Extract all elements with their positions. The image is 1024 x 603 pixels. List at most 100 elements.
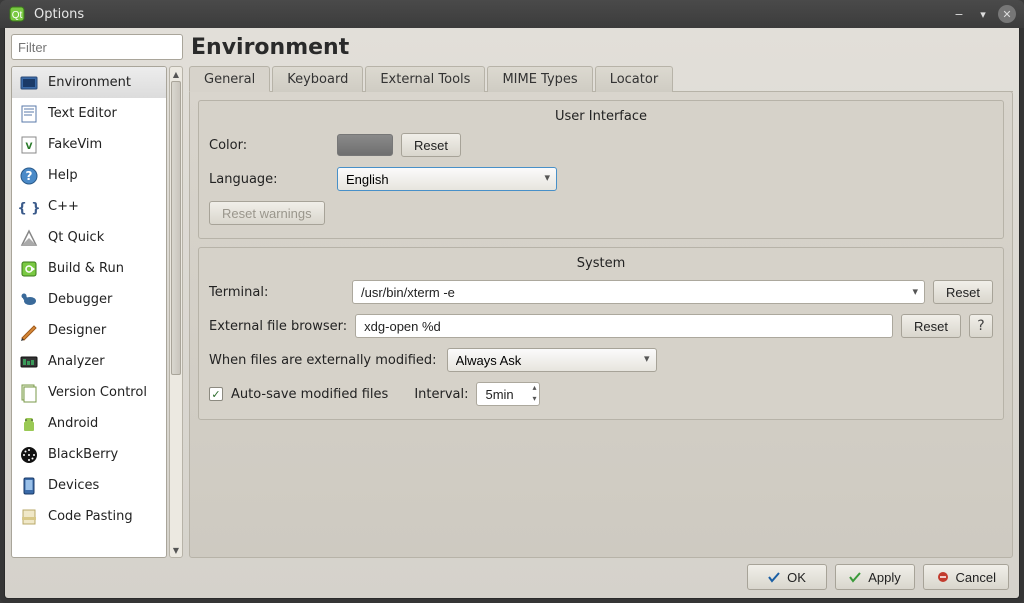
debugger-icon: [18, 289, 40, 311]
ext-browser-input[interactable]: [355, 314, 893, 338]
terminal-label: Terminal:: [209, 285, 344, 300]
sidebar-item-label: Text Editor: [48, 106, 117, 121]
sidebar-item-version-control[interactable]: Version Control: [12, 377, 166, 408]
sidebar-item-build-run[interactable]: Build & Run: [12, 253, 166, 284]
when-modified-label: When files are externally modified:: [209, 353, 437, 368]
ext-browser-reset-button[interactable]: Reset: [901, 314, 961, 338]
filter-input[interactable]: [11, 34, 183, 60]
build-run-icon: [18, 258, 40, 280]
when-modified-select[interactable]: [447, 348, 657, 372]
options-window: Qt Options − ▾ ✕ Environment Environment…: [0, 0, 1024, 603]
page-title: Environment: [191, 35, 349, 60]
sidebar-item-debugger[interactable]: Debugger: [12, 284, 166, 315]
tab-external-tools[interactable]: External Tools: [365, 66, 485, 92]
sidebar-item-label: C++: [48, 199, 79, 214]
maximize-button[interactable]: ▾: [974, 5, 992, 23]
sidebar-item-text-editor[interactable]: Text Editor: [12, 98, 166, 129]
sidebar-item-help[interactable]: ? Help: [12, 160, 166, 191]
ok-label: OK: [787, 570, 806, 585]
cancel-button[interactable]: Cancel: [923, 564, 1009, 590]
sidebar-item-devices[interactable]: Devices: [12, 470, 166, 501]
sidebar-item-label: BlackBerry: [48, 447, 118, 462]
sidebar-item-qt-quick[interactable]: Qt Quick: [12, 222, 166, 253]
devices-icon: [18, 475, 40, 497]
scrollbar-thumb[interactable]: [171, 81, 181, 375]
tab-keyboard[interactable]: Keyboard: [272, 66, 363, 92]
sidebar-item-label: Android: [48, 416, 98, 431]
dialog-footer: OK Apply Cancel: [11, 558, 1013, 592]
main-panel: GeneralKeyboardExternal ToolsMIME TypesL…: [189, 66, 1013, 558]
close-button[interactable]: ✕: [998, 5, 1016, 23]
reset-warnings-button[interactable]: Reset warnings: [209, 201, 325, 225]
apply-label: Apply: [868, 570, 901, 585]
group-system: System Terminal: Reset External file bro…: [198, 247, 1004, 420]
tabs: GeneralKeyboardExternal ToolsMIME TypesL…: [189, 66, 1013, 92]
svg-text:{ }: { }: [19, 201, 39, 216]
qt-quick-icon: [18, 227, 40, 249]
top-row: Environment: [11, 34, 1013, 60]
titlebar: Qt Options − ▾ ✕: [0, 0, 1024, 28]
tab-general[interactable]: General: [189, 66, 270, 92]
environment-icon: [18, 72, 40, 94]
sidebar-item-label: Version Control: [48, 385, 147, 400]
sidebar-item-label: Designer: [48, 323, 106, 338]
blackberry-icon: [18, 444, 40, 466]
help-icon: ?: [18, 165, 40, 187]
sidebar-list[interactable]: Environment Text Editor V FakeVim? Help { } C+…: [11, 66, 167, 558]
sidebar-item-environment[interactable]: Environment: [12, 67, 166, 98]
window-title: Options: [34, 7, 950, 22]
group-title-ui: User Interface: [209, 109, 993, 124]
window-controls: − ▾ ✕: [950, 5, 1016, 23]
sidebar-item-android[interactable]: Android: [12, 408, 166, 439]
autosave-checkbox[interactable]: ✓: [209, 387, 223, 401]
ok-button[interactable]: OK: [747, 564, 827, 590]
body-row: Environment Text Editor V FakeVim? Help { } C+…: [11, 66, 1013, 558]
tab-locator[interactable]: Locator: [595, 66, 673, 92]
sidebar-item-c-[interactable]: { } C++: [12, 191, 166, 222]
ext-browser-label: External file browser:: [209, 319, 347, 334]
scroll-down-icon[interactable]: ▼: [170, 543, 182, 557]
terminal-reset-button[interactable]: Reset: [933, 280, 993, 304]
apply-button[interactable]: Apply: [835, 564, 915, 590]
sidebar-item-designer[interactable]: Designer: [12, 315, 166, 346]
svg-text:V: V: [26, 142, 33, 152]
help-icon[interactable]: ?: [969, 314, 993, 338]
sidebar-item-label: Devices: [48, 478, 99, 493]
c--icon: { }: [18, 196, 40, 218]
group-title-system: System: [209, 256, 993, 271]
autosave-label: Auto-save modified files: [231, 387, 388, 402]
version-control-icon: [18, 382, 40, 404]
tab-mime-types[interactable]: MIME Types: [487, 66, 592, 92]
sidebar-item-label: Environment: [48, 75, 131, 90]
terminal-combo[interactable]: [352, 280, 925, 304]
language-select[interactable]: [337, 167, 557, 191]
language-select-wrap: [337, 167, 557, 191]
color-label: Color:: [209, 138, 329, 153]
ok-icon: [767, 570, 781, 584]
content-area: Environment Environment Text Editor V FakeV…: [4, 28, 1020, 599]
color-reset-button[interactable]: Reset: [401, 133, 461, 157]
sidebar-item-blackberry[interactable]: BlackBerry: [12, 439, 166, 470]
sidebar-wrap: Environment Text Editor V FakeVim? Help { } C+…: [11, 66, 183, 558]
sidebar-scrollbar[interactable]: ▲ ▼: [169, 66, 183, 558]
svg-text:Qt: Qt: [12, 10, 23, 21]
interval-label: Interval:: [414, 387, 468, 402]
sidebar-item-label: Help: [48, 168, 78, 183]
sidebar-item-label: Debugger: [48, 292, 112, 307]
sidebar-item-fakevim[interactable]: V FakeVim: [12, 129, 166, 160]
tab-panel-general: User Interface Color: Reset Language:: [189, 91, 1013, 558]
sidebar-item-label: Code Pasting: [48, 509, 133, 524]
code-pasting-icon: [18, 506, 40, 528]
analyzer-icon: [18, 351, 40, 373]
minimize-button[interactable]: −: [950, 5, 968, 23]
sidebar-item-analyzer[interactable]: Analyzer: [12, 346, 166, 377]
color-swatch[interactable]: [337, 134, 393, 156]
scroll-up-icon[interactable]: ▲: [170, 67, 182, 81]
sidebar-item-label: Analyzer: [48, 354, 105, 369]
sidebar-item-code-pasting[interactable]: Code Pasting: [12, 501, 166, 532]
sidebar-item-label: Build & Run: [48, 261, 124, 276]
cancel-icon: [936, 570, 950, 584]
sidebar-item-label: FakeVim: [48, 137, 102, 152]
interval-spin[interactable]: [476, 382, 540, 406]
cancel-label: Cancel: [956, 570, 996, 585]
